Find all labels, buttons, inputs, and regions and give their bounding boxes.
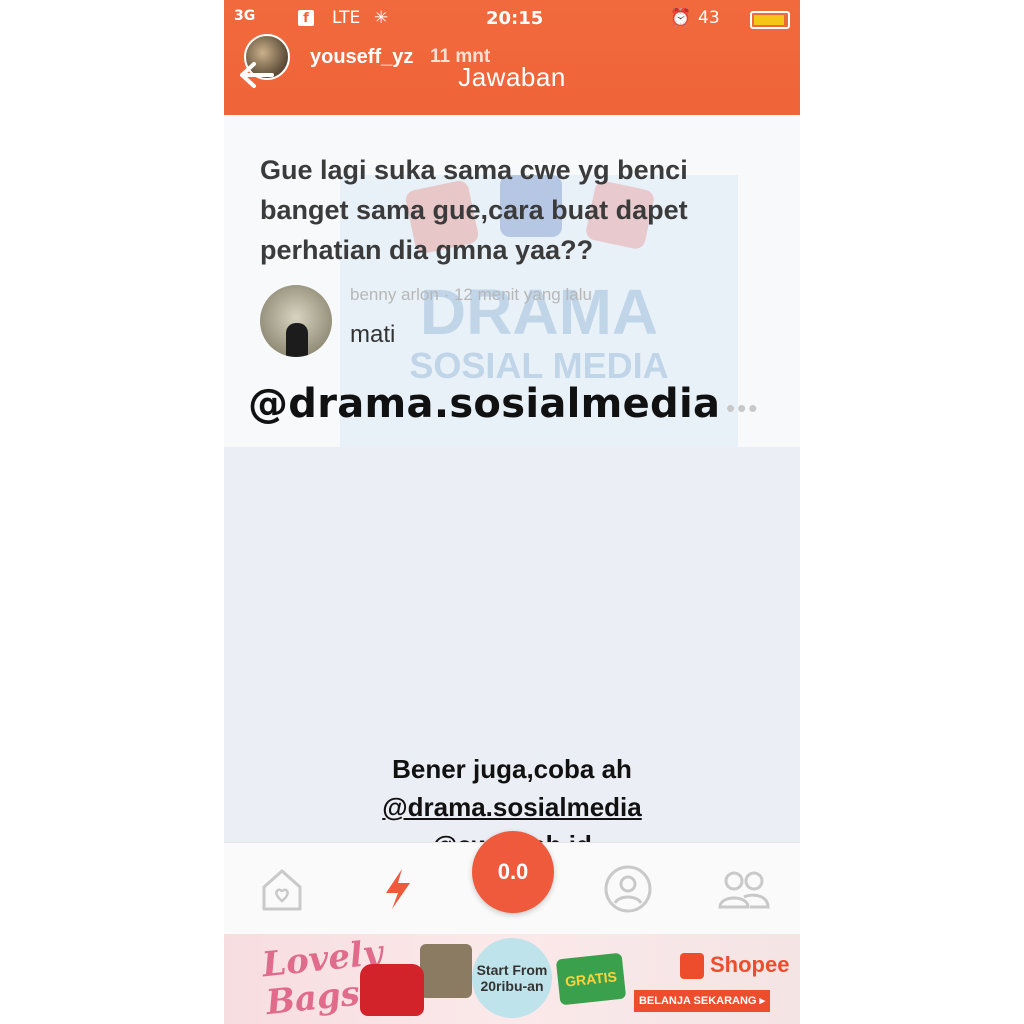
friends-tab-icon[interactable] — [714, 863, 770, 915]
answer-text: mati — [350, 321, 396, 348]
shopee-ad-banner[interactable]: Lovely Bags Start From 20ribu-an GRATIS … — [224, 934, 800, 1024]
ask-question-button[interactable]: 0.0 — [472, 831, 554, 913]
answerer-avatar[interactable] — [260, 285, 332, 357]
carrier-label: 3G — [234, 8, 256, 24]
profile-tab-icon[interactable] — [602, 863, 654, 915]
ad-price-badge: Start From 20ribu-an — [472, 938, 552, 1018]
network-label: LTE — [332, 8, 361, 28]
battery-percent: 43 — [698, 8, 720, 28]
more-options-icon[interactable]: ••• — [726, 393, 759, 424]
status-bar: 3G f LTE ✳ 20:15 ⏰ 43 — [224, 6, 800, 32]
alarm-icon: ⏰ — [670, 8, 692, 28]
answer-meta: benny arlon · 12 menit yang lalu — [350, 285, 592, 304]
shopee-logo: Shopee — [680, 952, 790, 980]
loading-spinner-icon: ✳ — [374, 8, 389, 28]
shop-now-button[interactable]: BELANJA SEKARANG ▸ — [634, 990, 770, 1012]
caption-mention-1[interactable]: @drama.sosialmedia — [224, 788, 800, 826]
back-arrow-icon[interactable] — [236, 60, 276, 90]
clock-time: 20:15 — [486, 8, 544, 29]
facebook-notification-icon: f — [298, 10, 314, 26]
red-bag-image — [360, 964, 424, 1016]
home-tab-icon[interactable] — [256, 863, 308, 915]
phone-screen: 3G f LTE ✳ 20:15 ⏰ 43 youseff_yz 11 mnt … — [224, 0, 800, 1024]
bottom-tab-bar: 0.0 — [224, 831, 800, 935]
ad-price: 20ribu-an — [480, 978, 544, 994]
watermark-handle: @drama.sosialmedia — [248, 381, 721, 427]
flash-tab-icon[interactable] — [372, 863, 424, 915]
shopee-wordmark: Shopee — [710, 952, 790, 977]
ad-gratis-badge: GRATIS — [555, 952, 627, 1006]
shopee-bag-icon — [680, 953, 704, 980]
answer-card: DRAMA SOSIAL MEDIA Gue lagi suka sama cw… — [224, 115, 800, 557]
brown-bag-image — [420, 944, 472, 998]
caption-line-1: Bener juga,coba ah — [392, 754, 632, 784]
ad-price-prefix: Start From — [476, 962, 548, 978]
battery-icon — [750, 11, 790, 29]
header-bar: 3G f LTE ✳ 20:15 ⏰ 43 youseff_yz 11 mnt … — [224, 0, 800, 115]
page-title: Jawaban — [458, 62, 566, 92]
question-text: Gue lagi suka sama cwe yg benci banget s… — [260, 155, 688, 265]
